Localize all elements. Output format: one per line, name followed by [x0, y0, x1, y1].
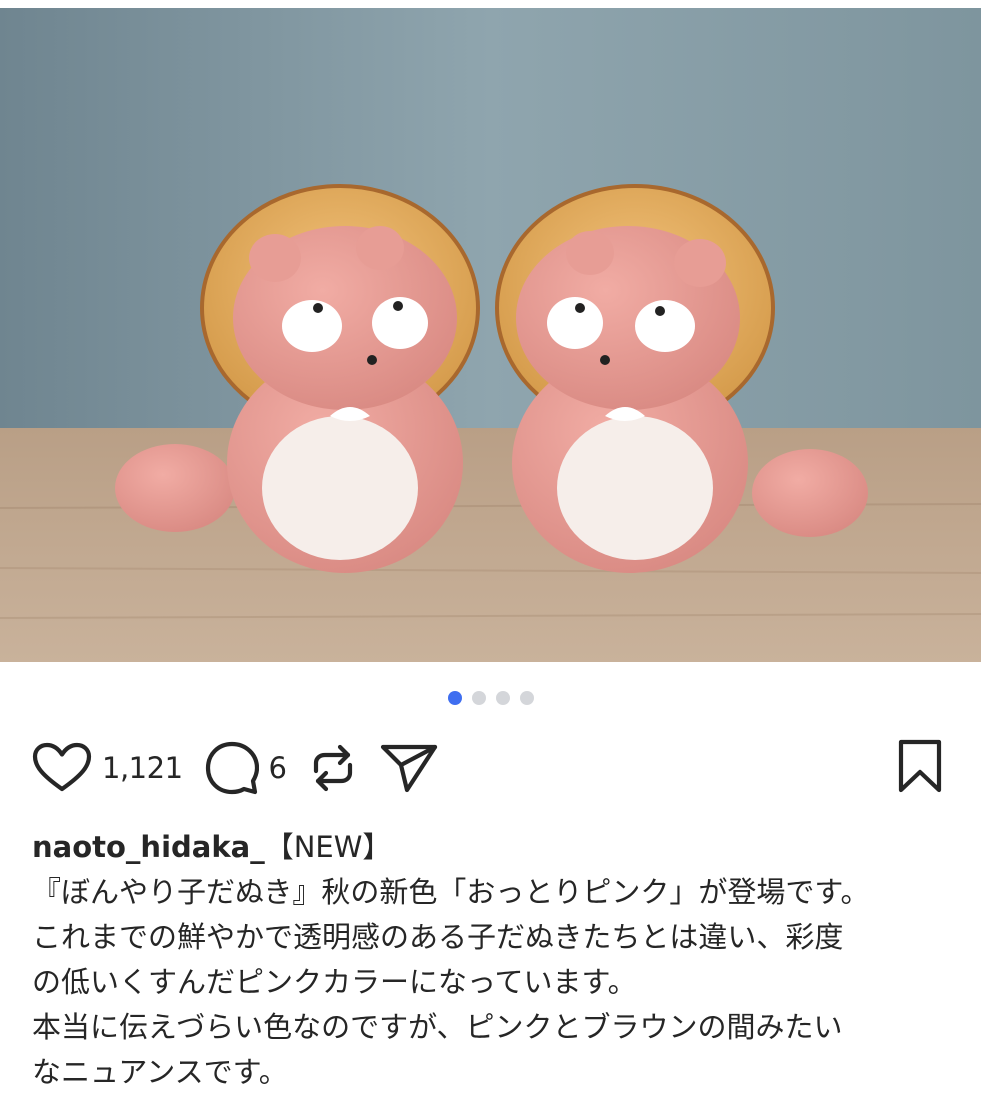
comment-action: 6 — [205, 741, 287, 795]
carousel-dot-active — [447, 691, 462, 705]
carousel-dot — [495, 691, 510, 705]
post-photo[interactable] — [0, 8, 981, 662]
username-link[interactable]: naoto_hidaka_ — [32, 825, 265, 870]
like-count[interactable]: 1,121 — [102, 751, 183, 785]
like-action: 1,121 — [32, 742, 183, 794]
carousel-indicator — [0, 691, 981, 705]
carousel-dot — [471, 691, 486, 705]
send-icon[interactable] — [380, 743, 438, 793]
repost-icon[interactable] — [308, 741, 358, 795]
post-caption: naoto_hidaka_ 【NEW】 『ぼんやり子だぬき』秋の新色「おっとりピ… — [32, 825, 962, 1095]
caption-line: 本当に伝えづらい色なのですが、ピンクとブラウンの間みたい — [32, 1010, 843, 1044]
carousel-dot — [519, 691, 534, 705]
heart-icon[interactable] — [32, 742, 92, 794]
caption-line: の低いくすんだピンクカラーになっています。 — [32, 965, 637, 999]
caption-line: 『ぼんやり子だぬき』秋の新色「おっとりピンク」が登場です。 — [32, 875, 870, 909]
repost-action — [308, 741, 358, 795]
caption-header: naoto_hidaka_ 【NEW】 — [32, 825, 962, 870]
post-actions: 1,121 6 — [32, 738, 943, 798]
caption-line: これまでの鮮やかで透明感のある子だぬきたちとは違い、彩度 — [32, 920, 844, 954]
comment-count[interactable]: 6 — [269, 751, 287, 785]
bookmark-icon[interactable] — [897, 739, 943, 797]
caption-tag: 【NEW】 — [264, 830, 392, 864]
share-action — [380, 743, 438, 793]
comment-icon[interactable] — [205, 741, 259, 795]
caption-line: なニュアンスです。 — [32, 1055, 288, 1089]
